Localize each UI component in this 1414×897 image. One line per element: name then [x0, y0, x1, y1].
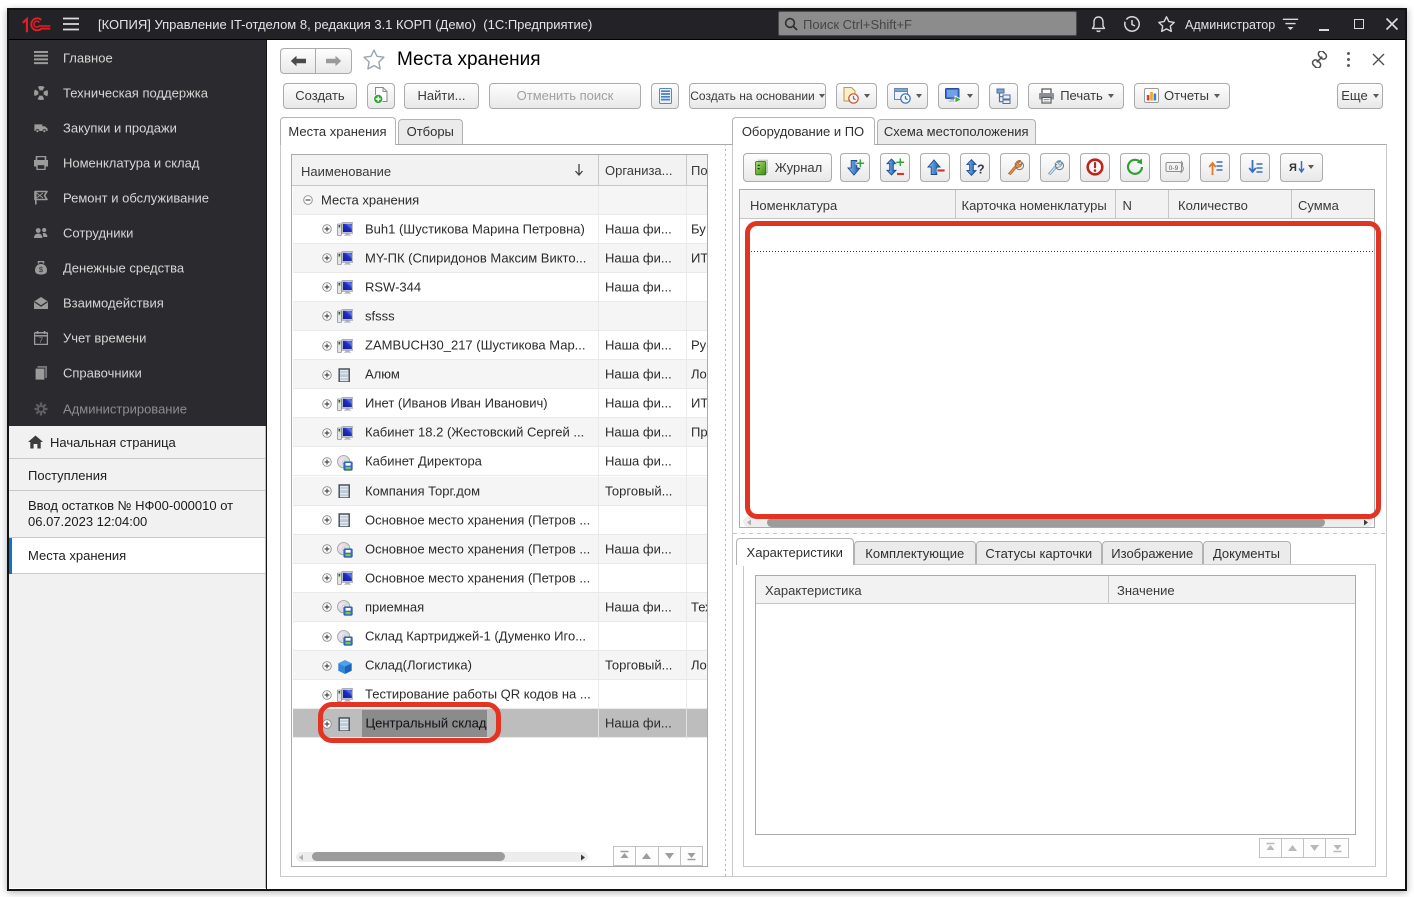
svg-text:?: ? — [977, 162, 985, 176]
svg-text:0-9: 0-9 — [1169, 165, 1179, 172]
svg-text:Я: Я — [1289, 162, 1297, 174]
